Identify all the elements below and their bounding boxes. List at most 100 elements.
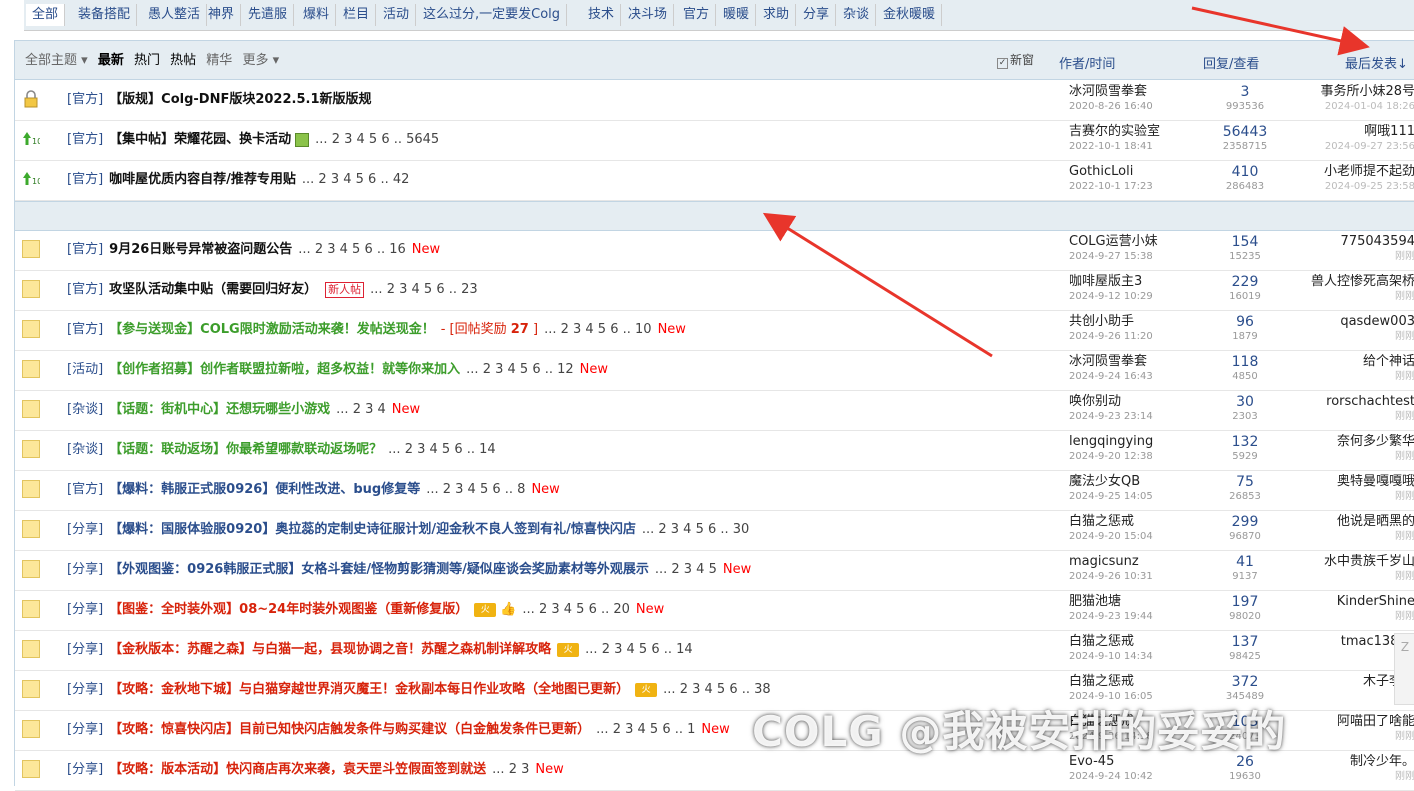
thread-category-tag[interactable]: [官方] <box>67 172 103 187</box>
page-links[interactable]: ... 2 3 4 5 6 .. 8 <box>426 482 525 497</box>
page-links[interactable]: ... 2 3 4 5 6 .. 10 <box>544 322 652 337</box>
reply-view-header[interactable]: 回复/查看 <box>1203 53 1259 72</box>
reply-count[interactable]: 30 <box>1205 394 1285 410</box>
thread-title-link[interactable]: 9月26日账号异常被盗问题公告 <box>109 242 292 257</box>
category-tab[interactable]: 金秋暖暖 <box>877 4 943 26</box>
thread-title-link[interactable]: 【版规】Colg-DNF版块2022.5.1新版版规 <box>109 92 371 107</box>
last-post-time[interactable]: 刚刚 <box>1285 410 1414 424</box>
last-poster[interactable]: qasdew003 <box>1285 314 1414 330</box>
page-links[interactable]: ... 2 3 4 5 6 .. 12 <box>466 362 574 377</box>
reply-count[interactable]: 3 <box>1205 84 1285 100</box>
author-name[interactable]: magicsunz <box>1069 554 1189 570</box>
last-poster[interactable]: 水中贵族千岁山 <box>1285 554 1414 570</box>
thread-row[interactable]: [官方] 【参与送现金】COLG限时激励活动来袭！发帖送现金！ - [回帖奖励 27… <box>15 310 1414 351</box>
thread-row[interactable]: [官方] 9月26日账号异常被盗问题公告 ... 2 3 4 5 6 .. 16 Ne… <box>15 230 1414 271</box>
reply-count[interactable]: 372 <box>1205 674 1285 690</box>
thread-title-link[interactable]: 【话题：街机中心】还想玩哪些小游戏 <box>109 402 330 417</box>
thread-row[interactable]: [分享] 【爆料：国服体验服0920】奥拉蕊的定制史诗征服计划/迎金秋不良人签到有… <box>15 510 1414 551</box>
thread-row[interactable]: [官方] 攻坚队活动集中贴（需要回归好友） 新人帖 ... 2 3 4 5 6 .. … <box>15 270 1414 311</box>
filter-more[interactable]: 更多 ▾ <box>242 53 279 68</box>
thread-category-tag[interactable]: [分享] <box>67 682 103 697</box>
thread-category-tag[interactable]: [分享] <box>67 642 103 657</box>
thread-title-link[interactable]: 【爆料：韩服正式服0926】便利性改进、bug修复等 <box>109 482 420 497</box>
reply-count[interactable]: 154 <box>1205 234 1285 250</box>
last-post-time[interactable]: 刚刚 <box>1285 450 1414 464</box>
page-links[interactable]: ... 2 3 <box>492 762 529 777</box>
page-links[interactable]: ... 2 3 4 5 6 .. 42 <box>302 172 410 187</box>
last-poster[interactable]: 给个神话 <box>1285 354 1414 370</box>
thread-row[interactable]: [官方] 【爆料：韩服正式服0926】便利性改进、bug修复等 ... 2 3 4 … <box>15 470 1414 511</box>
thread-category-tag[interactable]: [官方] <box>67 282 103 297</box>
reply-count[interactable]: 410 <box>1205 164 1285 180</box>
thread-row[interactable]: [分享] 【图鉴：全时装外观】08~24年时装外观图鉴（重新修复版） 火 👍 ... 2… <box>15 590 1414 631</box>
author-name[interactable]: 白猫之惩戒 <box>1069 674 1189 690</box>
category-tab[interactable]: 装备搭配 <box>72 4 138 26</box>
author-name[interactable]: GothicLoli <box>1069 164 1189 180</box>
filter-hot-post[interactable]: 热帖 <box>170 53 196 68</box>
author-name[interactable]: 咖啡屋版主3 <box>1069 274 1189 290</box>
last-poster[interactable]: 奈何多少繁华 <box>1285 434 1414 450</box>
author-name[interactable]: 共创小助手 <box>1069 314 1189 330</box>
category-tab[interactable]: 暖暖 <box>717 4 757 26</box>
side-float-panel[interactable]: Z <box>1394 633 1414 705</box>
last-poster[interactable]: 制冷少年。 <box>1285 754 1414 770</box>
category-tab[interactable]: 官方 <box>677 4 717 26</box>
author-time-header[interactable]: 作者/时间 <box>1059 53 1115 72</box>
page-links[interactable]: ... 2 3 4 <box>336 402 386 417</box>
author-name[interactable]: 白猫之惩戒 <box>1069 634 1189 650</box>
author-name[interactable]: 冰河陨雪拳套 <box>1069 354 1189 370</box>
thread-category-tag[interactable]: [分享] <box>67 602 103 617</box>
page-links[interactable]: ... 2 3 4 5 6 .. 20 <box>522 602 630 617</box>
thread-title-link[interactable]: 【话题：联动返场】你最希望哪款联动返场呢？ <box>109 442 382 457</box>
last-poster[interactable]: 事务所小妹28号 <box>1285 84 1414 100</box>
thread-category-tag[interactable]: [活动] <box>67 362 103 377</box>
thread-row[interactable]: [分享] 【金秋版本：苏醒之森】与白猫一起，县现协调之音！苏醒之森机制详解攻略火.… <box>15 630 1414 671</box>
last-post-time[interactable]: 刚刚 <box>1285 530 1414 544</box>
page-links[interactable]: ... 2 3 4 5 6 .. 5645 <box>315 132 439 147</box>
author-name[interactable]: COLG运营小妹 <box>1069 234 1189 250</box>
page-links[interactable]: ... 2 3 4 5 <box>655 562 717 577</box>
last-post-time[interactable]: 刚刚 <box>1285 490 1414 504</box>
last-post-time[interactable]: 刚刚 <box>1285 570 1414 584</box>
reply-count[interactable]: 118 <box>1205 354 1285 370</box>
thread-title-link[interactable]: 【攻略：金秋地下城】与白猫穿越世界消灭魔王！金秋副本每日作业攻略（全地图已更新） <box>109 682 629 697</box>
filter-hot[interactable]: 热门 <box>134 53 160 68</box>
thread-row[interactable]: 10 [官方] 【集中帖】荣耀花园、换卡活动 ... 2 3 4 5 6 .. 564… <box>15 120 1414 161</box>
page-links[interactable]: ... 2 3 4 5 6 .. 14 <box>388 442 496 457</box>
category-tab[interactable]: 这么过分,一定要发Colg <box>417 4 568 26</box>
last-poster[interactable]: rorschachtest <box>1285 394 1414 410</box>
category-tab[interactable]: 栏目 <box>337 4 377 26</box>
last-post-time[interactable]: 2024-09-27 23:56 <box>1285 140 1414 154</box>
thread-category-tag[interactable]: [官方] <box>67 322 103 337</box>
thread-title-link[interactable]: 【参与送现金】COLG限时激励活动来袭！发帖送现金！ <box>109 322 435 337</box>
thread-row[interactable]: [杂谈] 【话题：街机中心】还想玩哪些小游戏 ... 2 3 4 New 唤你别动 202… <box>15 390 1414 431</box>
last-post-time[interactable]: 2024-01-04 18:26 <box>1285 100 1414 114</box>
thread-row[interactable]: [官方] 【版规】Colg-DNF版块2022.5.1新版版规 冰河陨雪拳套 2020… <box>15 80 1414 121</box>
page-links[interactable]: ... 2 3 4 5 6 .. 38 <box>663 682 771 697</box>
author-name[interactable]: 白猫之惩戒 <box>1069 514 1189 530</box>
last-poster[interactable]: 775043594 <box>1285 234 1414 250</box>
last-post-time[interactable]: 刚刚 <box>1285 770 1414 784</box>
category-tab[interactable]: 爆料 <box>297 4 337 26</box>
new-window-checkbox[interactable]: ✓ 新窗 <box>997 51 1034 69</box>
thread-category-tag[interactable]: [杂谈] <box>67 442 103 457</box>
page-links[interactable]: ... 2 3 4 5 6 .. 1 <box>596 722 695 737</box>
thread-title-link[interactable]: 【金秋版本：苏醒之森】与白猫一起，县现协调之音！苏醒之森机制详解攻略 <box>109 642 551 657</box>
thread-title-link[interactable]: 攻坚队活动集中贴（需要回归好友） <box>109 282 317 297</box>
category-tab[interactable]: 求助 <box>757 4 797 26</box>
reply-count[interactable]: 96 <box>1205 314 1285 330</box>
author-name[interactable]: 吉赛尔的实验室 <box>1069 124 1189 140</box>
category-tab[interactable]: 先遣服 <box>242 4 295 26</box>
page-links[interactable]: ... 2 3 4 5 6 .. 16 <box>298 242 406 257</box>
thread-title-link[interactable]: 【外观图鉴：0926韩服正式服】女格斗套娃/怪物剪影猜测等/疑似座谈会奖励素材等… <box>109 562 649 577</box>
thread-row[interactable]: [杂谈] 【话题：联动返场】你最希望哪款联动返场呢？ ... 2 3 4 5 6 .… <box>15 430 1414 471</box>
last-post-time[interactable]: 2024-09-25 23:58 <box>1285 180 1414 194</box>
category-tab[interactable]: 神界 <box>202 4 242 26</box>
last-post-header[interactable]: 最后发表↓ <box>1345 53 1408 72</box>
author-name[interactable]: lengqingying <box>1069 434 1189 450</box>
reply-count[interactable]: 75 <box>1205 474 1285 490</box>
thread-category-tag[interactable]: [杂谈] <box>67 402 103 417</box>
reply-count[interactable]: 132 <box>1205 434 1285 450</box>
last-post-time[interactable]: 刚刚 <box>1285 610 1414 624</box>
last-poster[interactable]: 奥特曼嘎嘎哦 <box>1285 474 1414 490</box>
